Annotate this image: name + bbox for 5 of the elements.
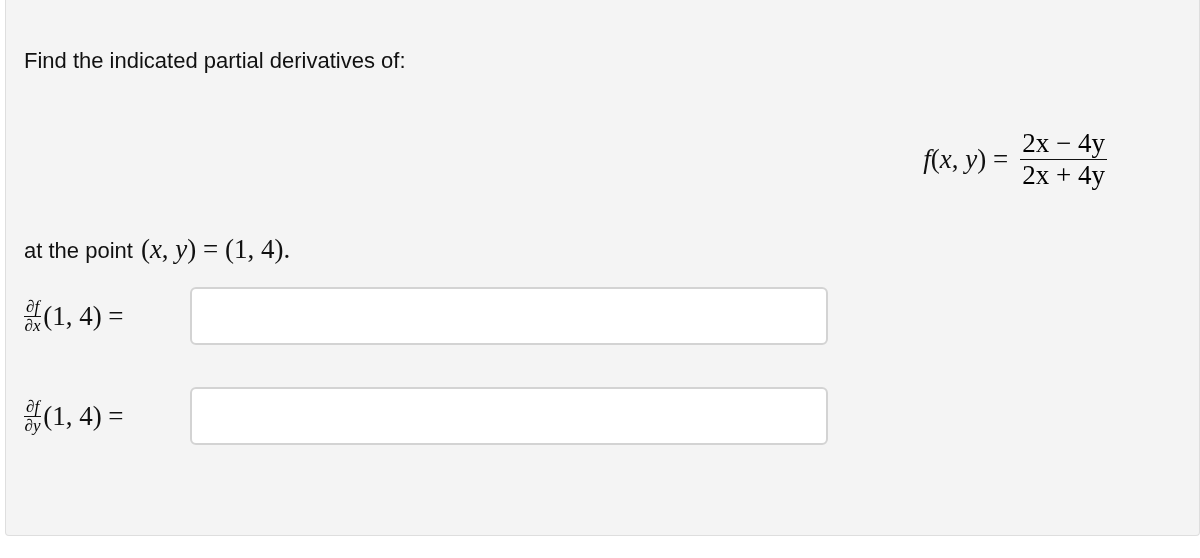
- answer-field[interactable]: [190, 287, 828, 345]
- point-text: at the point: [24, 238, 133, 264]
- point-formula: (x, y) = (1, 4).: [140, 234, 291, 265]
- answer-field[interactable]: [190, 387, 828, 445]
- question-text: Find the indicated partial derivatives of:: [24, 48, 407, 74]
